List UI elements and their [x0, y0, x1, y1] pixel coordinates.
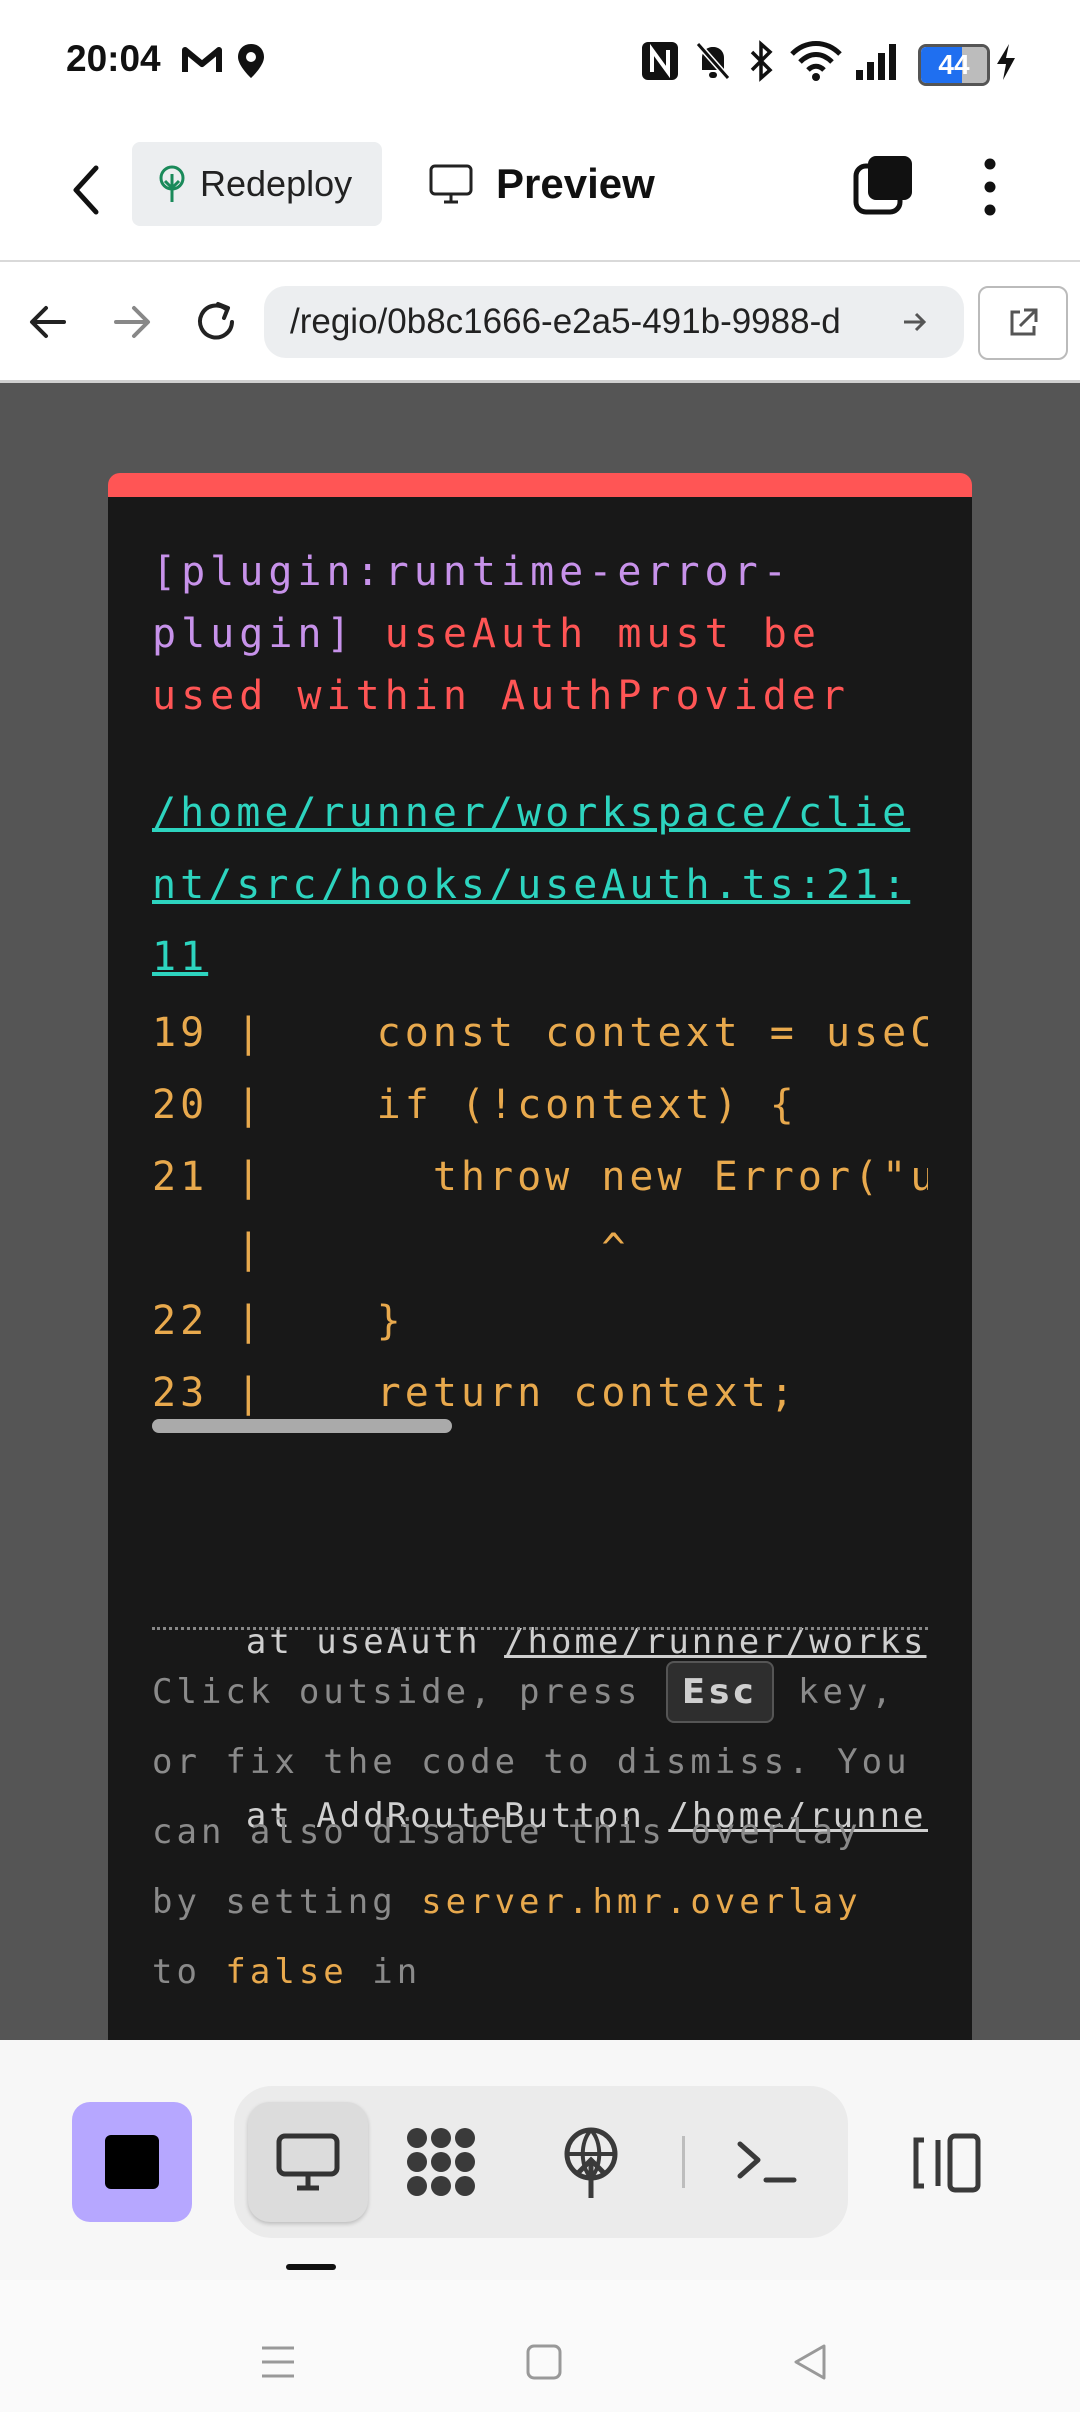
- active-tab-indicator: [286, 2264, 336, 2270]
- code-line: 22 | }: [152, 1298, 405, 1344]
- shell-icon: [737, 2141, 797, 2183]
- battery-level: 44: [921, 47, 987, 83]
- status-bar: 20:04 44: [0, 0, 1080, 120]
- wifi-icon: [790, 41, 842, 81]
- tool-shell-button[interactable]: [712, 2102, 822, 2222]
- code-line: 19 | const context = useContext(AuthCont…: [152, 1010, 928, 1056]
- esc-key: Esc: [665, 1661, 774, 1723]
- external-link-icon: [1010, 308, 1038, 336]
- mute-icon: [695, 42, 731, 80]
- code-line: | ^: [152, 1226, 630, 1272]
- redeploy-label: Redeploy: [200, 163, 353, 204]
- monitor-icon: [429, 164, 473, 204]
- tip-code: false: [225, 1952, 348, 1992]
- preview-area[interactable]: [plugin:runtime-error-plugin] useAuth mu…: [0, 383, 1080, 2040]
- nfc-icon: [642, 42, 678, 80]
- redeploy-button[interactable]: Redeploy: [132, 142, 382, 226]
- tools-group: [234, 2086, 848, 2238]
- system-nav-bar: [0, 2280, 1080, 2412]
- system-back-icon[interactable]: [790, 2342, 830, 2382]
- code-frame[interactable]: 19 | const context = useContext(AuthCont…: [152, 997, 928, 1417]
- url-field[interactable]: /regio/0b8c1666-e2a5-491b-9988-d: [264, 286, 964, 358]
- home-icon[interactable]: [524, 2342, 564, 2382]
- tool-deploy-button[interactable]: [536, 2102, 646, 2222]
- signal-icon: [856, 44, 896, 80]
- preview-icon: [276, 2133, 340, 2191]
- gmail-icon: [182, 47, 222, 72]
- bluetooth-icon: [750, 40, 773, 82]
- clock: 20:04: [66, 38, 161, 79]
- preview-tab[interactable]: Preview: [428, 142, 655, 226]
- battery-icon: 44: [918, 44, 990, 86]
- toolbar-separator: [682, 2136, 685, 2188]
- preview-label: Preview: [496, 160, 655, 207]
- url-text: /regio/0b8c1666-e2a5-491b-9988-d: [290, 302, 841, 341]
- open-external-button[interactable]: [978, 286, 1068, 360]
- error-file-link[interactable]: /home/runner/workspace/client/src/hooks/…: [152, 777, 932, 993]
- divider: [152, 1627, 928, 1630]
- deploy-icon: [564, 2127, 618, 2198]
- tip-code: server.hmr.overlay: [421, 1882, 862, 1922]
- tip-text: in: [347, 1952, 422, 1992]
- location-icon: [238, 44, 264, 78]
- recents-icon[interactable]: [258, 2344, 298, 2380]
- url-bar: /regio/0b8c1666-e2a5-491b-9988-d: [0, 262, 1080, 383]
- app-header: Redeploy Preview: [0, 120, 1080, 262]
- code-line: 23 | return context;: [152, 1370, 798, 1416]
- split-view-icon[interactable]: [912, 2132, 982, 2194]
- deploy-tree-icon: [159, 165, 185, 202]
- browser-forward-icon[interactable]: [110, 300, 154, 344]
- dismiss-tip: Click outside, press Esc key, or fix the…: [152, 1657, 928, 2007]
- go-arrow-icon: [904, 312, 927, 332]
- back-icon[interactable]: [66, 160, 106, 220]
- reload-icon[interactable]: [192, 298, 240, 346]
- stop-icon: [105, 2135, 159, 2189]
- tool-apps-button[interactable]: [386, 2102, 496, 2222]
- code-scrollbar[interactable]: [152, 1419, 452, 1433]
- bottom-toolbar: [0, 2040, 1080, 2280]
- tip-text: Click outside, press: [152, 1672, 666, 1712]
- charging-icon: [997, 44, 1015, 80]
- tool-preview-button[interactable]: [248, 2102, 368, 2222]
- code-line: 21 | throw new Error("useAuth must be us…: [152, 1154, 928, 1200]
- browser-back-icon[interactable]: [26, 300, 70, 344]
- tip-text: to: [152, 1952, 226, 1992]
- more-options-icon[interactable]: [972, 156, 1008, 218]
- error-message: [plugin:runtime-error-plugin] useAuth mu…: [152, 541, 932, 727]
- tabs-icon[interactable]: [852, 154, 914, 216]
- error-overlay[interactable]: [plugin:runtime-error-plugin] useAuth mu…: [108, 473, 972, 2040]
- code-line: 20 | if (!context) {: [152, 1082, 798, 1128]
- apps-icon: [407, 2128, 475, 2196]
- stop-button[interactable]: [72, 2102, 192, 2222]
